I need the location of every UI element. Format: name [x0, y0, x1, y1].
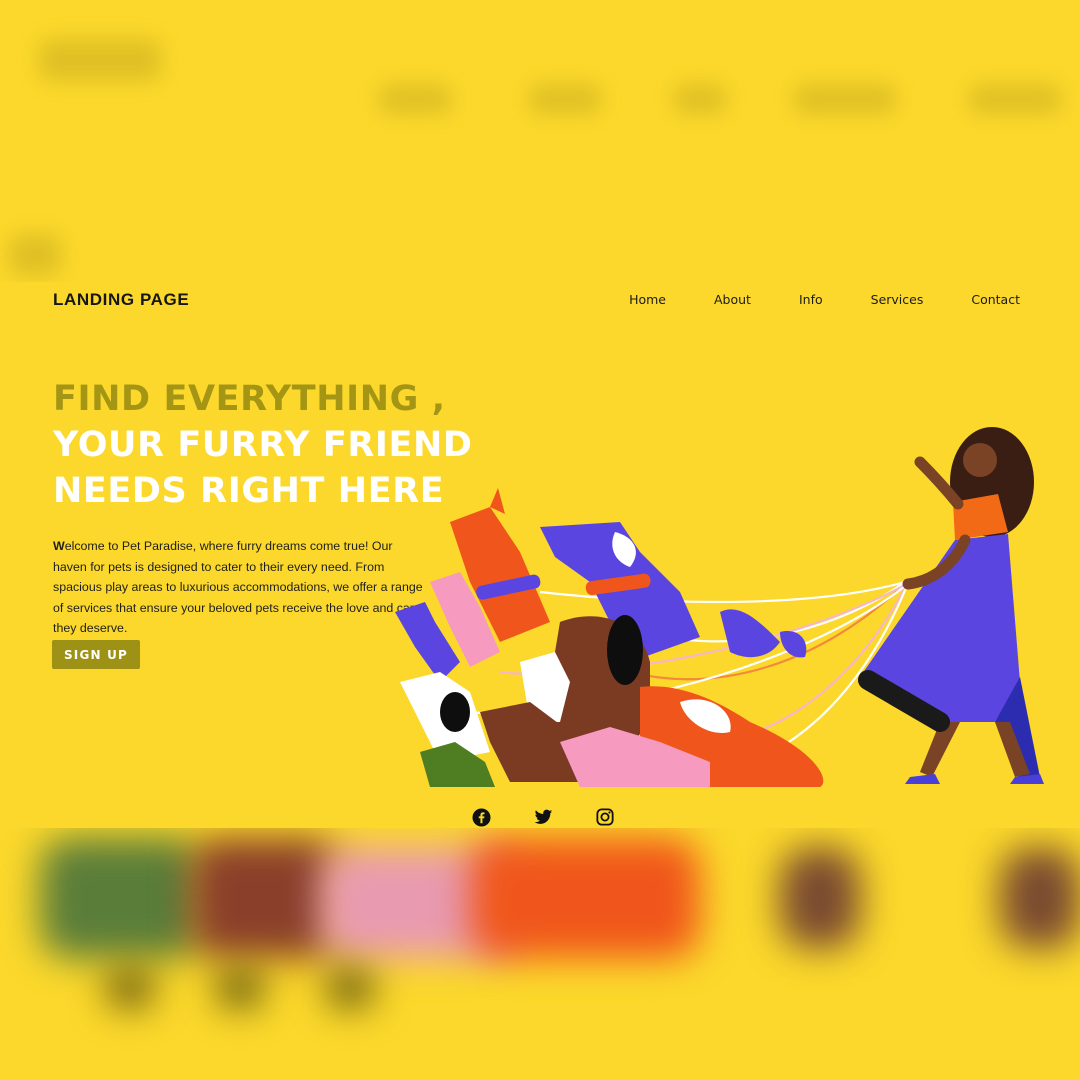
description-first-letter: W [53, 539, 65, 553]
hero-description: Welcome to Pet Paradise, where furry dre… [53, 536, 423, 639]
instagram-icon[interactable] [594, 806, 616, 828]
twitter-icon[interactable] [532, 806, 554, 828]
hero-line-1: FIND EVERYTHING , [53, 379, 446, 419]
landing-page: LANDING PAGE Home About Info Services Co… [0, 282, 1080, 828]
social-links [470, 806, 656, 828]
nav-info[interactable]: Info [799, 292, 823, 307]
nav-home[interactable]: Home [629, 292, 666, 307]
dogs-group [395, 488, 824, 787]
woman-figure [858, 427, 1044, 784]
blurred-backdrop-top [0, 0, 1080, 282]
nav-services[interactable]: Services [871, 292, 924, 307]
blurred-backdrop-bottom [0, 828, 1080, 1080]
facebook-icon[interactable] [470, 806, 492, 828]
dog-walker-illustration [395, 427, 1044, 787]
description-body: elcome to Pet Paradise, where furry drea… [53, 539, 423, 635]
site-logo[interactable]: LANDING PAGE [53, 290, 189, 310]
main-nav: Home About Info Services Contact [581, 292, 1020, 307]
nav-about[interactable]: About [714, 292, 751, 307]
signup-button[interactable]: SIGN UP [52, 640, 140, 669]
nav-contact[interactable]: Contact [971, 292, 1020, 307]
